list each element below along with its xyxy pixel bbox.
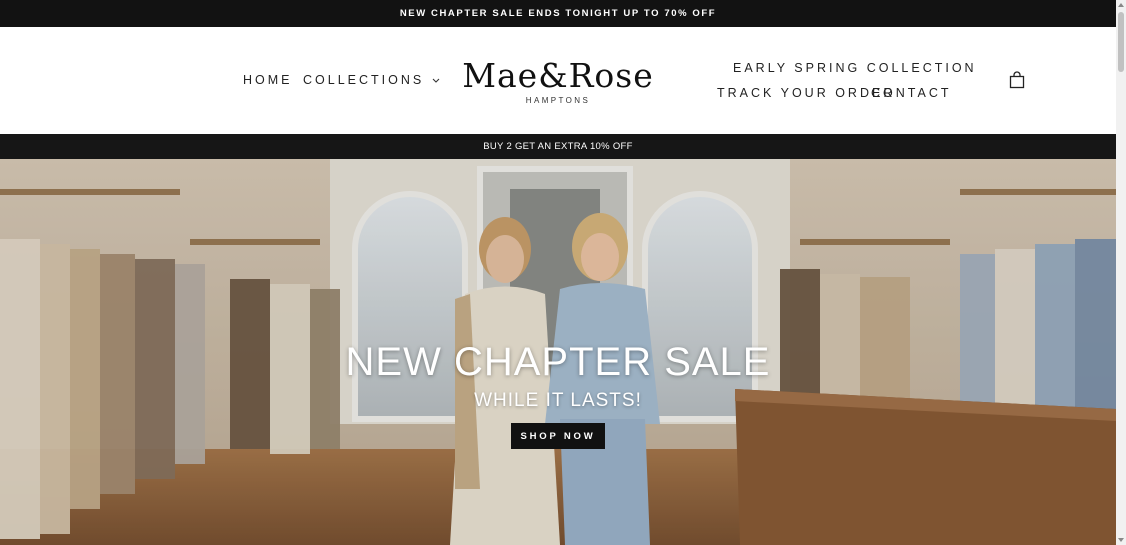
site-header: HOME COLLECTIONS Mae&Rose HAMPTONS EARLY… (0, 27, 1116, 134)
page: NEW CHAPTER SALE ENDS TONIGHT UP TO 70% … (0, 0, 1116, 545)
shop-now-button[interactable]: SHOP NOW (511, 423, 605, 449)
promo-text[interactable]: BUY 2 GET AN EXTRA 10% OFF (483, 141, 632, 152)
logo-subtitle: HAMPTONS (525, 96, 591, 105)
nav-early-spring-collection[interactable]: EARLY SPRING COLLECTION (733, 61, 977, 75)
scrollbar-thumb[interactable] (1118, 12, 1124, 72)
logo-wordmark: Mae&Rose (462, 56, 654, 95)
nav-track-order[interactable]: TRACK YOUR ORDER (717, 86, 895, 100)
nav-collections-label: COLLECTIONS (303, 73, 425, 87)
shopping-bag-icon[interactable] (1008, 71, 1026, 89)
scroll-down-arrow-icon[interactable] (1118, 537, 1124, 543)
hero-subtitle: WHILE IT LASTS! (474, 390, 642, 411)
promo-bar[interactable]: BUY 2 GET AN EXTRA 10% OFF (0, 134, 1116, 159)
nav-collections[interactable]: COLLECTIONS (303, 73, 442, 87)
vertical-scrollbar[interactable] (1116, 0, 1126, 545)
scroll-up-arrow-icon[interactable] (1118, 2, 1124, 8)
store-logo[interactable]: Mae&Rose HAMPTONS (440, 57, 676, 113)
announcement-text[interactable]: NEW CHAPTER SALE ENDS TONIGHT UP TO 70% … (400, 8, 716, 19)
hero-title: NEW CHAPTER SALE (345, 340, 771, 384)
announcement-bar[interactable]: NEW CHAPTER SALE ENDS TONIGHT UP TO 70% … (0, 0, 1116, 27)
nav-contact[interactable]: CONTACT (871, 86, 952, 100)
hero-banner[interactable]: NEW CHAPTER SALE WHILE IT LASTS! SHOP NO… (0, 159, 1116, 545)
nav-home[interactable]: HOME (243, 73, 293, 87)
